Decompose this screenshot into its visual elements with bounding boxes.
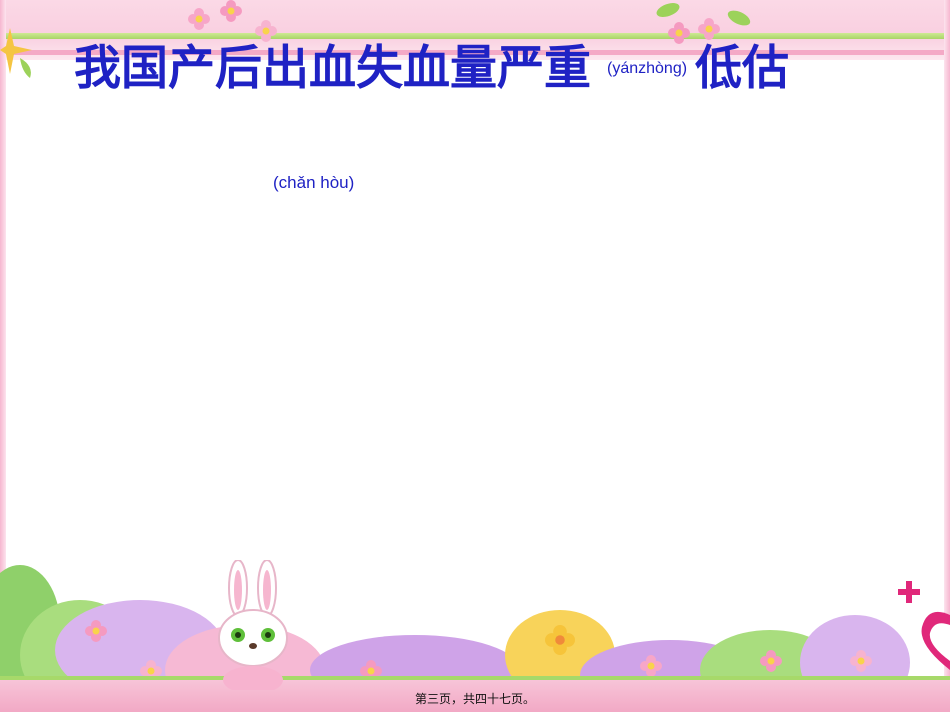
flower-icon	[220, 0, 242, 22]
flower-icon	[850, 650, 872, 672]
bunny-icon	[205, 560, 305, 690]
flower-icon	[760, 650, 782, 672]
star-icon	[0, 28, 38, 78]
title-tail-text: 低估	[695, 40, 790, 96]
heart-icon	[888, 575, 950, 685]
leaf-icon	[726, 8, 752, 28]
flower-icon	[640, 655, 662, 677]
title-main-text: 我国产后出血失血量严重	[74, 40, 591, 96]
title-pinyin-annotation: (yánzhòng)	[607, 60, 688, 77]
slide-title: 我国产后出血失血量严重 (yánzhòng) 低估	[74, 28, 894, 98]
flower-icon	[85, 620, 107, 642]
flower-icon	[545, 625, 575, 655]
leaf-icon	[655, 0, 681, 20]
page-footer: 第三页，共四十七页。	[414, 692, 535, 706]
slide: 我国产后出血失血量严重 (yánzhòng) 低估 (chǎn hòu) 第三页…	[0, 0, 950, 712]
body-pinyin-annotation: (chǎn hòu)	[273, 173, 355, 192]
flower-icon	[188, 8, 210, 30]
